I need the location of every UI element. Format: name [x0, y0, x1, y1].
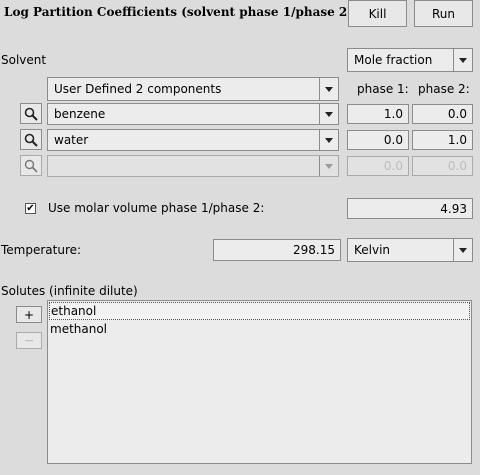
- phase2-header: phase 2:: [418, 82, 470, 96]
- solutes-label: Solutes (infinite dilute): [1, 284, 138, 298]
- chevron-down-icon: [319, 156, 338, 176]
- component-name: [48, 156, 319, 176]
- solvent-mode-select[interactable]: User Defined 2 components: [47, 77, 339, 101]
- molar-volume-label: Use molar volume phase 1/phase 2:: [48, 201, 265, 215]
- chevron-down-icon: [453, 239, 472, 261]
- chevron-down-icon: [319, 130, 338, 150]
- window-title: Log Partition Coefficients (solvent phas…: [4, 5, 353, 19]
- search-icon: [24, 159, 38, 173]
- phase2-fraction-input[interactable]: 0.0: [412, 104, 473, 124]
- run-button[interactable]: Run: [414, 0, 473, 27]
- component-name: water: [54, 133, 89, 147]
- search-icon: [24, 107, 38, 121]
- temperature-label: Temperature:: [1, 243, 82, 257]
- component-select[interactable]: water: [47, 129, 339, 151]
- component-select[interactable]: [47, 155, 339, 177]
- chevron-down-icon: [453, 49, 472, 71]
- temperature-unit-value: Kelvin: [354, 243, 391, 257]
- molar-volume-input[interactable]: 4.93: [347, 198, 473, 219]
- solutes-list[interactable]: ethanol methanol: [47, 300, 472, 464]
- solvent-label: Solvent: [1, 53, 47, 67]
- molar-volume-checkbox[interactable]: ✔: [25, 203, 36, 214]
- checkmark-icon: ✔: [26, 202, 35, 214]
- phase2-fraction-input[interactable]: 1.0: [412, 130, 473, 150]
- list-item[interactable]: methanol: [49, 321, 470, 337]
- solvent-mode-value: User Defined 2 components: [54, 82, 222, 96]
- composition-unit-select[interactable]: Mole fraction: [347, 48, 473, 72]
- phase1-fraction-input[interactable]: 0.0: [347, 130, 409, 150]
- phase2-fraction-input[interactable]: 0.0: [412, 156, 473, 176]
- composition-unit-value: Mole fraction: [354, 53, 433, 67]
- search-component-button[interactable]: [20, 155, 42, 176]
- temperature-unit-select[interactable]: Kelvin: [347, 238, 473, 262]
- phase1-header: phase 1:: [357, 82, 409, 96]
- phase1-fraction-input[interactable]: 1.0: [347, 104, 409, 124]
- component-select[interactable]: benzene: [47, 103, 339, 125]
- chevron-down-icon: [319, 104, 338, 124]
- list-item[interactable]: ethanol: [49, 302, 470, 320]
- add-solute-button[interactable]: +: [16, 306, 42, 323]
- phase1-fraction-input[interactable]: 0.0: [347, 156, 409, 176]
- search-component-button[interactable]: [20, 129, 42, 150]
- remove-solute-button[interactable]: —: [16, 332, 42, 349]
- search-icon: [24, 133, 38, 147]
- chevron-down-icon: [319, 78, 338, 100]
- search-component-button[interactable]: [20, 103, 42, 124]
- kill-button[interactable]: Kill: [348, 0, 407, 27]
- component-name: benzene: [54, 107, 106, 121]
- temperature-input[interactable]: 298.15: [213, 239, 341, 261]
